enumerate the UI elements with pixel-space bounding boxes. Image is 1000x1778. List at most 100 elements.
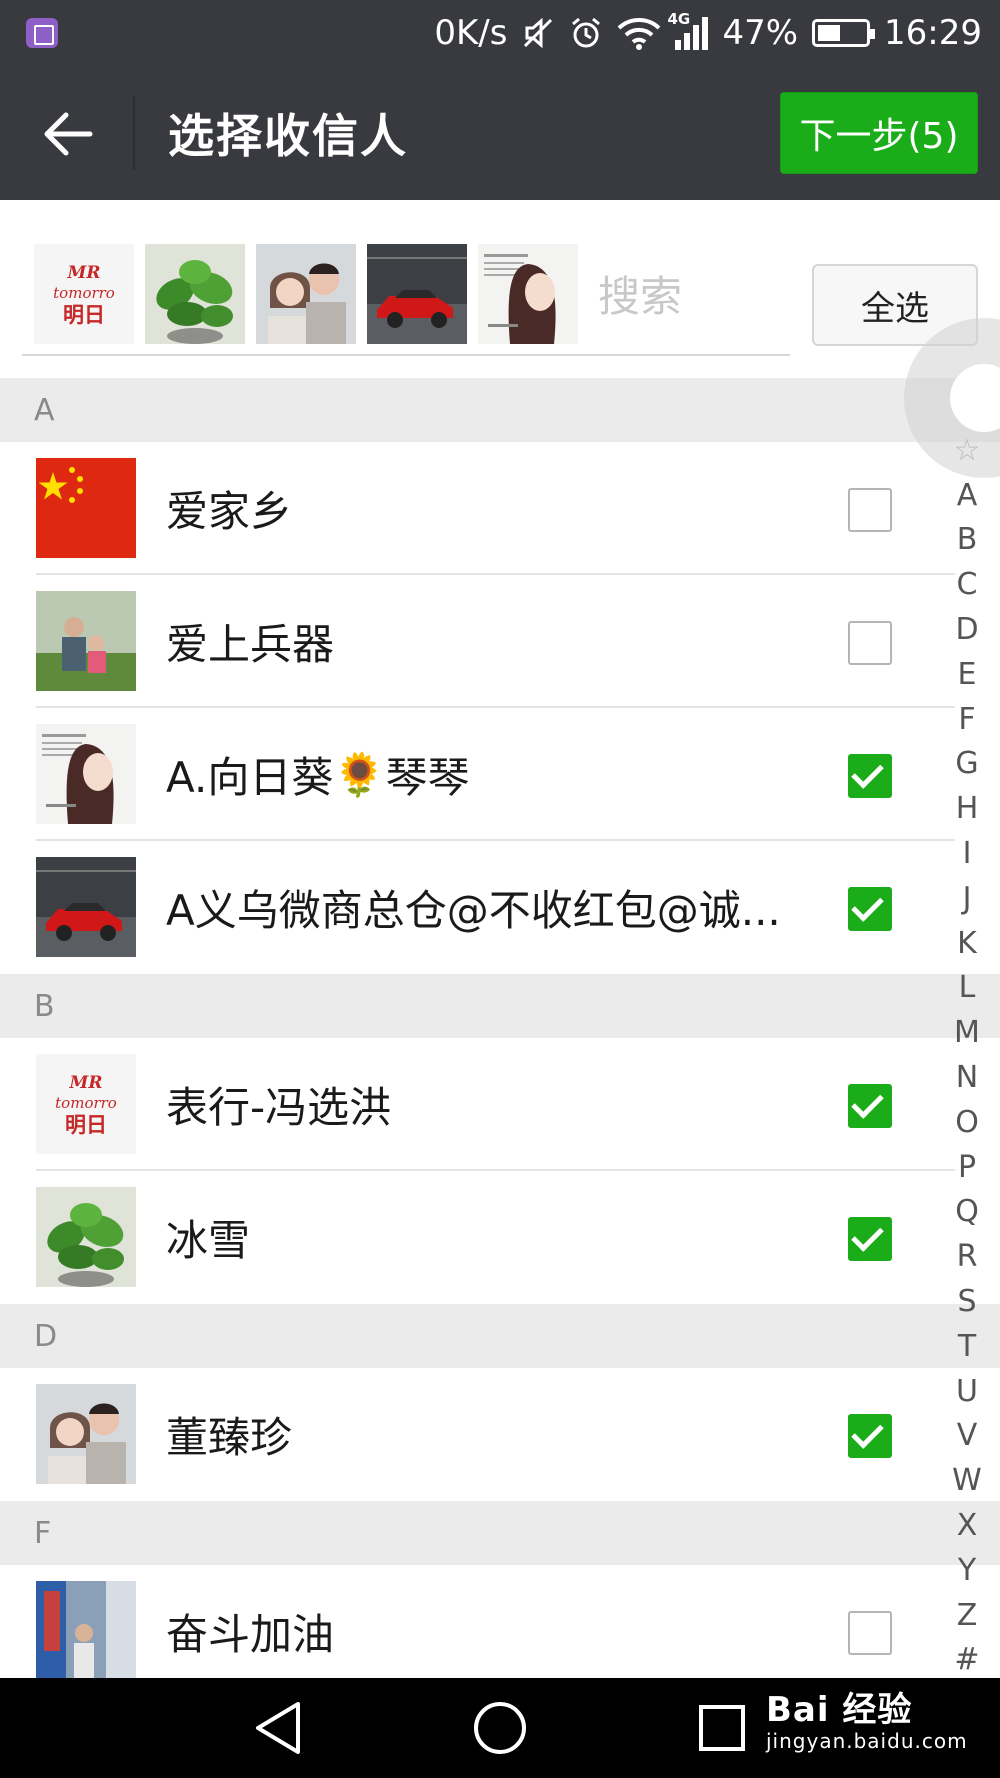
selected-avatar-mr[interactable]: MR tomorro 明日 <box>34 244 134 344</box>
title-bar: 选择收信人 下一步(5) <box>0 66 1000 200</box>
contact-name: 爱上兵器 <box>166 620 335 669</box>
index-letter[interactable]: T <box>958 1324 976 1369</box>
select-checkbox[interactable] <box>848 621 892 665</box>
index-letter[interactable]: F <box>958 697 975 742</box>
index-letter[interactable]: I <box>963 831 972 876</box>
selected-avatar-girl[interactable] <box>478 244 578 344</box>
title-divider <box>133 96 135 170</box>
watermark-main: Bai 经验 <box>766 1690 913 1730</box>
mute-icon <box>521 16 555 50</box>
index-letter[interactable]: M <box>954 1010 980 1055</box>
net-speed: 0K/s <box>434 13 508 53</box>
selected-avatar-couple[interactable] <box>256 244 356 344</box>
contact-name-prefix: A.向日葵 <box>166 753 334 802</box>
nav-home-button[interactable] <box>470 1698 530 1758</box>
nav-back-button[interactable] <box>248 1698 308 1758</box>
alphabet-index-bar[interactable]: ☆ A B C D E F G H I J K L M N O P Q R S … <box>940 428 994 1682</box>
index-letter[interactable]: G <box>955 742 978 787</box>
section-header-f: F <box>0 1501 1000 1565</box>
circle-home-icon <box>474 1702 526 1754</box>
mr-logo-line3: 明日 <box>65 1113 107 1137</box>
avatar <box>36 1384 136 1484</box>
index-letter[interactable]: B <box>957 518 978 563</box>
index-letter[interactable]: V <box>957 1414 978 1459</box>
index-star-icon[interactable]: ☆ <box>954 428 981 473</box>
index-letter[interactable]: Q <box>955 1190 979 1235</box>
section-header-b: B <box>0 974 1000 1038</box>
contact-name: 表行-冯选洪 <box>166 1083 392 1132</box>
contact-row[interactable]: A义乌微商总仓@不收红包@诚... <box>0 841 1000 974</box>
cell-signal-icon: 4G <box>667 10 709 50</box>
avatar <box>36 857 136 957</box>
gallery-app-icon <box>26 18 58 48</box>
index-letter[interactable]: R <box>957 1234 978 1279</box>
index-letter[interactable]: O <box>955 1100 979 1145</box>
wifi-icon <box>617 16 661 50</box>
back-arrow-icon <box>44 112 93 156</box>
index-letter[interactable]: H <box>956 786 979 831</box>
index-letter[interactable]: P <box>958 1145 976 1190</box>
index-letter[interactable]: Y <box>958 1548 976 1593</box>
index-letter[interactable]: J <box>963 876 972 921</box>
mr-logo-line1: MR <box>67 263 101 283</box>
nav-recents-button[interactable] <box>692 1698 752 1758</box>
contact-name: 冰雪 <box>166 1216 251 1265</box>
contact-name-suffix: 琴琴 <box>385 753 470 802</box>
index-letter[interactable]: L <box>959 966 976 1011</box>
mr-logo-line2: tomorro <box>53 284 115 302</box>
select-checkbox[interactable] <box>848 1217 892 1261</box>
selection-bar: MR tomorro 明日 搜索 全选 <box>0 200 1000 378</box>
select-checkbox[interactable] <box>848 754 892 798</box>
avatar <box>36 458 136 558</box>
status-icons: 0K/s 4G 47% 16:29 <box>434 0 982 66</box>
clock: 16:29 <box>884 13 982 53</box>
contact-row[interactable]: 董臻珍 <box>0 1368 1000 1501</box>
contact-row[interactable]: A.向日葵 🌻 琴琴 <box>0 708 1000 841</box>
watermark-sub: jingyan.baidu.com <box>766 1729 968 1753</box>
index-letter[interactable]: X <box>957 1503 978 1548</box>
index-letter[interactable]: N <box>956 1055 978 1100</box>
index-letter[interactable]: C <box>957 562 978 607</box>
select-checkbox[interactable] <box>848 1084 892 1128</box>
avatar <box>36 724 136 824</box>
contact-list[interactable]: A 爱家乡 爱上兵器 A.向日葵 🌻 琴琴 A义乌微商总仓@不收红包@诚... … <box>0 378 1000 1698</box>
triangle-back-icon <box>256 1702 300 1754</box>
search-input[interactable] <box>598 266 778 326</box>
contact-row[interactable]: 冰雪 <box>0 1171 1000 1304</box>
index-letter[interactable]: A <box>957 473 978 518</box>
contact-row[interactable]: 爱家乡 <box>0 442 1000 575</box>
mr-logo-line2: tomorro <box>55 1094 117 1112</box>
contact-name: A义乌微商总仓@不收红包@诚... <box>166 886 781 935</box>
sunflower-emoji: 🌻 <box>333 749 386 799</box>
contact-name: A.向日葵 🌻 琴琴 <box>166 708 470 841</box>
avatar <box>36 1187 136 1287</box>
select-checkbox[interactable] <box>848 488 892 532</box>
back-button[interactable] <box>30 96 106 172</box>
contact-row[interactable]: 爱上兵器 <box>0 575 1000 708</box>
page-title: 选择收信人 <box>168 109 408 163</box>
select-checkbox[interactable] <box>848 1414 892 1458</box>
contact-row[interactable]: MR tomorro 明日 表行-冯选洪 <box>0 1038 1000 1171</box>
search-underline <box>22 354 790 356</box>
index-letter[interactable]: S <box>957 1279 976 1324</box>
alarm-icon <box>569 16 603 50</box>
index-letter[interactable]: D <box>955 607 978 652</box>
selected-avatars: MR tomorro 明日 <box>34 244 578 344</box>
index-letter[interactable]: U <box>956 1369 978 1414</box>
avatar: MR tomorro 明日 <box>36 1054 136 1154</box>
index-letter[interactable]: E <box>958 652 977 697</box>
contact-name: 爱家乡 <box>166 487 293 536</box>
next-step-button[interactable]: 下一步(5) <box>780 92 978 174</box>
index-letter[interactable]: # <box>954 1638 979 1683</box>
select-checkbox[interactable] <box>848 887 892 931</box>
baidu-jingyan-watermark: Bai 经验 jingyan.baidu.com <box>766 1682 968 1753</box>
selected-avatar-car[interactable] <box>367 244 467 344</box>
selected-avatar-plant[interactable] <box>145 244 245 344</box>
index-letter[interactable]: Z <box>957 1593 978 1638</box>
index-letter[interactable]: W <box>952 1458 982 1503</box>
index-letter[interactable]: K <box>957 921 977 966</box>
contact-name: 董臻珍 <box>166 1413 293 1462</box>
select-checkbox[interactable] <box>848 1611 892 1655</box>
mr-logo-line1: MR <box>69 1073 103 1093</box>
status-bar: 0K/s 4G 47% 16:29 <box>0 0 1000 66</box>
